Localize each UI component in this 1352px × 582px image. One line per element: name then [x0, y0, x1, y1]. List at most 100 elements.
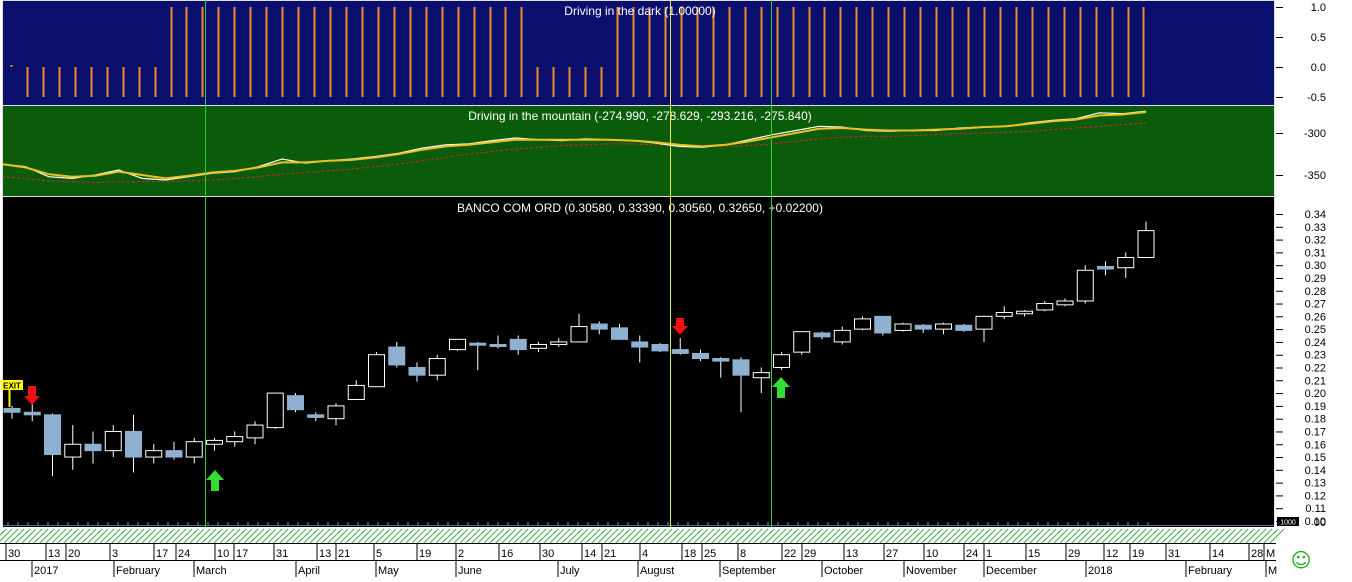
candle-body	[611, 327, 628, 340]
scale-label: 00	[1314, 517, 1326, 529]
day-label: 18	[684, 548, 696, 560]
main-panel[interactable]: BANCO COM ORD (0.30580, 0.33390, 0.30560…	[2, 197, 1274, 527]
candle-body	[145, 450, 163, 458]
scale-label: 0.18	[1305, 414, 1326, 426]
mid-panel-title: Driving in the mountain (-274.990, -278.…	[468, 109, 812, 123]
candle-body	[449, 338, 466, 351]
candle-body	[44, 414, 61, 455]
day-label: 20	[68, 548, 80, 560]
scale-label: 0.0	[1311, 62, 1326, 74]
day-label: 12	[1106, 548, 1118, 560]
scale-label: 0.24	[1305, 337, 1326, 349]
candle-body	[1097, 265, 1114, 270]
scale-label: 0.22	[1305, 363, 1326, 375]
month-label: 2017	[34, 565, 58, 577]
candle-body	[104, 430, 122, 452]
candle-body	[732, 359, 750, 376]
candle-body	[631, 341, 649, 348]
candle-body	[1137, 230, 1155, 258]
top-panel[interactable]: Driving in the dark (1.00000)	[2, 0, 1274, 105]
mid-panel[interactable]: Driving in the mountain (-274.990, -278.…	[1, 106, 1274, 196]
month-label: March	[196, 565, 227, 577]
candle-body	[469, 342, 487, 346]
candle-body	[752, 372, 770, 379]
candle-body	[408, 367, 426, 376]
month-label: February	[1188, 565, 1233, 577]
day-label: 21	[338, 548, 350, 560]
scale-label: 0.32	[1305, 235, 1326, 247]
candle-body	[854, 318, 871, 330]
volume-scale-label: 1000	[1280, 520, 1296, 527]
candle-body	[914, 324, 932, 330]
candle-body	[995, 311, 1013, 317]
dark-bar	[10, 65, 13, 67]
day-label: 24	[178, 548, 190, 560]
candle-body	[165, 450, 183, 458]
scale-label: 0.11	[1305, 503, 1326, 515]
day-label: 27	[886, 548, 898, 560]
scale-label: 0.15	[1305, 452, 1326, 464]
candle-body	[307, 414, 325, 418]
day-label: 1	[986, 548, 992, 560]
day-label: 24	[966, 548, 978, 560]
candle-body	[671, 349, 689, 354]
candle-body	[793, 331, 811, 353]
month-label: April	[298, 565, 320, 577]
month-label: 2018	[1088, 565, 1112, 577]
scale-label: 0.13	[1305, 478, 1326, 490]
smiley-icon[interactable]: ☺	[1290, 549, 1312, 571]
day-label: 19	[419, 548, 431, 560]
scale-label: 0.31	[1305, 247, 1326, 259]
candle-body	[287, 395, 304, 411]
chart-canvas[interactable]: Driving in the dark (1.00000) Driving in…	[0, 0, 1352, 577]
candle-body	[894, 323, 912, 331]
svg-text:EXIT: EXIT	[3, 382, 21, 391]
day-label: 17	[236, 548, 248, 560]
candle-body	[1117, 256, 1135, 269]
day-label: 14	[584, 548, 596, 560]
candle-body	[266, 392, 284, 429]
scale-label: 0.29	[1305, 273, 1326, 285]
candle-body	[590, 323, 608, 330]
scale-label: 0.28	[1305, 286, 1326, 298]
candle-body	[773, 354, 790, 369]
price-scales: 1.0 0.5 0.0 -0.5 -300 -350 0.340.330.320.310.3…	[1276, 0, 1352, 545]
candle-body	[570, 326, 588, 343]
day-label: 5	[376, 548, 382, 560]
candle-body	[185, 441, 203, 458]
candle-body	[368, 354, 385, 388]
scale-label: 0.14	[1305, 465, 1326, 477]
candle-body	[530, 343, 547, 349]
day-label: 4	[642, 548, 648, 560]
candle-body	[23, 411, 41, 416]
month-label: December	[986, 565, 1037, 577]
scale-label: -0.5	[1307, 92, 1326, 104]
scale-label: 0.25	[1305, 324, 1326, 336]
day-label: 29	[1068, 548, 1080, 560]
day-label: 28	[1251, 548, 1263, 560]
candle-body	[509, 338, 527, 351]
scale-label: 0.33	[1305, 222, 1326, 234]
scale-label: 1.0	[1311, 2, 1326, 14]
day-label: 3	[112, 548, 118, 560]
day-label: M	[1266, 548, 1275, 560]
day-label: 29	[804, 548, 816, 560]
candle-body	[975, 315, 993, 330]
candle-body	[327, 405, 345, 420]
candle-body	[1056, 300, 1074, 306]
day-label: 17	[156, 548, 168, 560]
candle-body	[226, 436, 244, 443]
candle-body	[935, 323, 952, 330]
month-label: October	[824, 565, 863, 577]
candle-body	[712, 358, 730, 362]
day-label: 30	[8, 548, 20, 560]
scale-label: 0.19	[1305, 401, 1326, 413]
month-label: August	[640, 565, 674, 577]
scale-label: 0.27	[1305, 299, 1326, 311]
scale-label: -350	[1304, 170, 1326, 182]
candle-body	[347, 384, 365, 400]
day-label: 31	[1168, 548, 1180, 560]
scale-label: 0.21	[1305, 375, 1326, 387]
candle-body	[84, 443, 102, 452]
day-label: 14	[1212, 548, 1224, 560]
